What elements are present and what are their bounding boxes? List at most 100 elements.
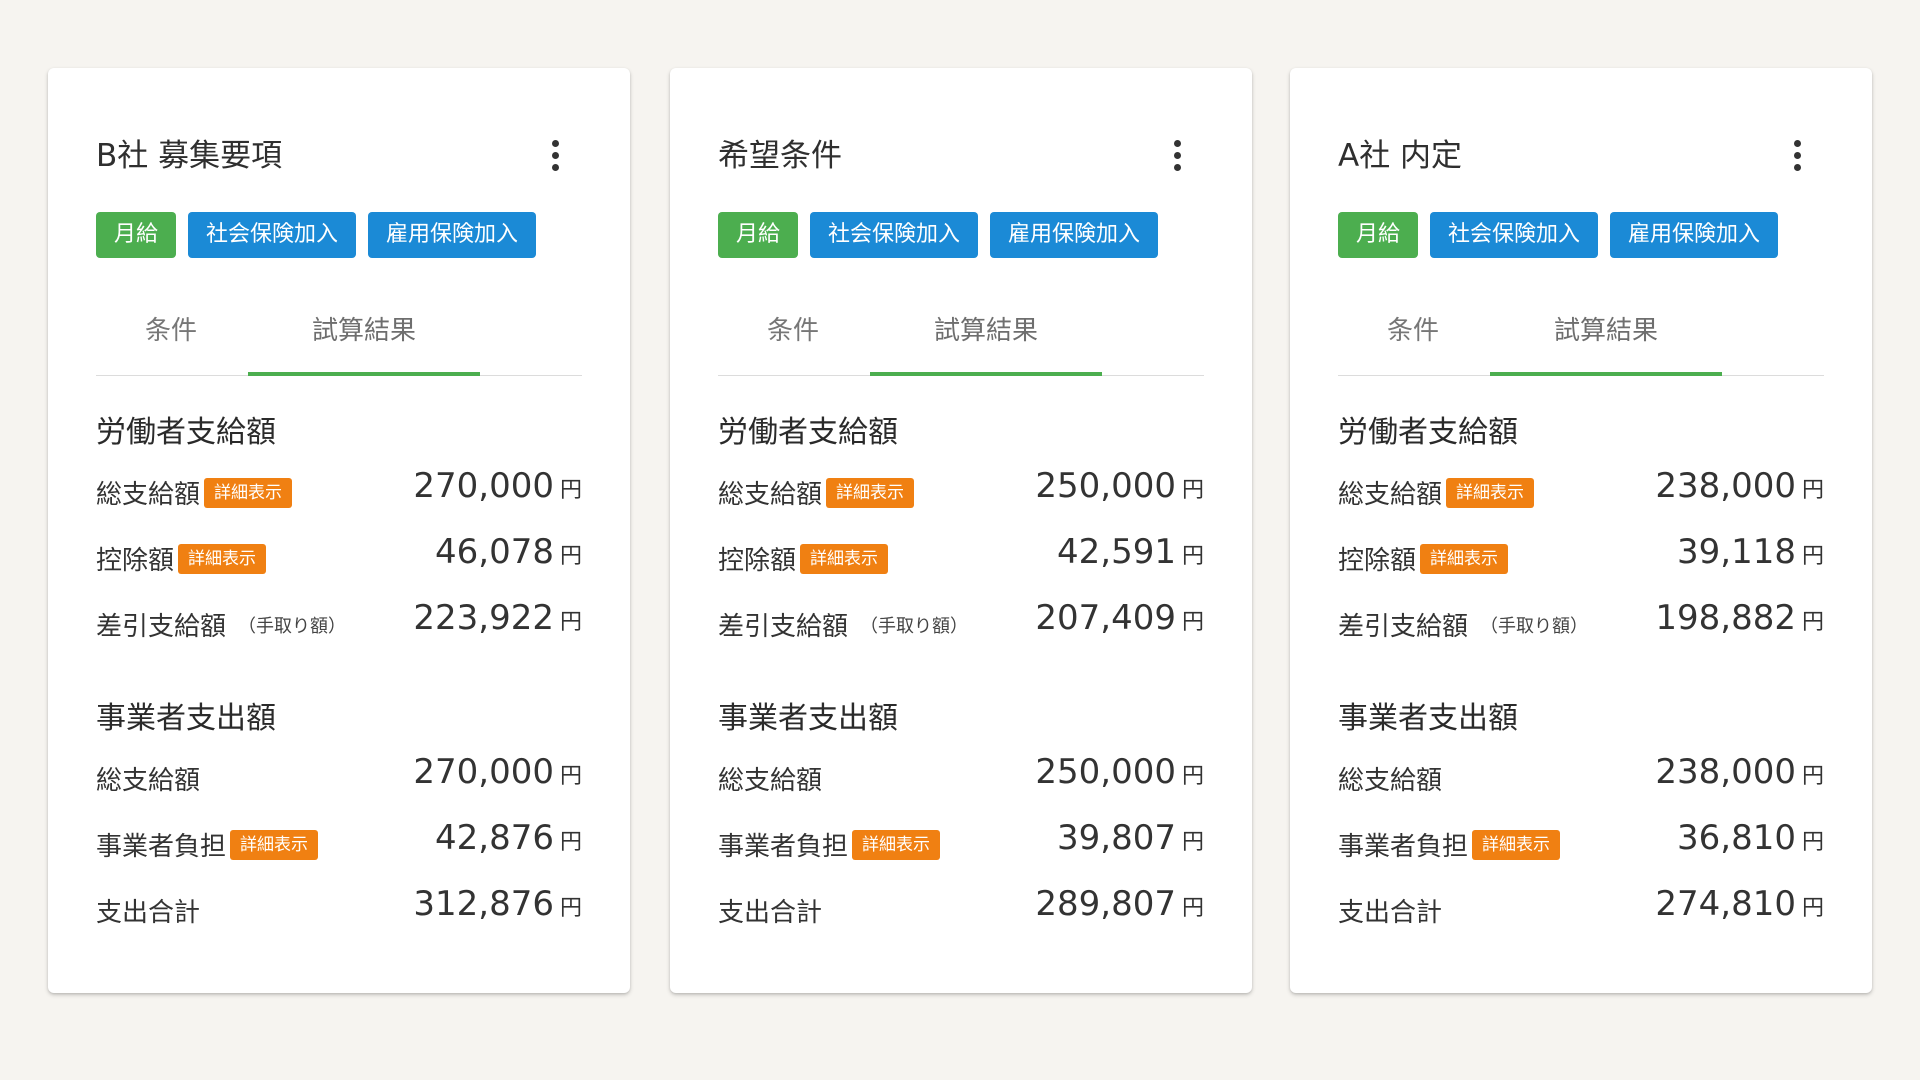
row-value: 42,591	[1057, 532, 1176, 572]
row-value: 312,876	[413, 884, 554, 924]
card-a-company: A社 内定 月給 社会保険加入 雇用保険加入 条件 試算結果 労働者支給額 総支…	[1290, 68, 1872, 993]
detail-button[interactable]: 詳細表示	[1446, 477, 1535, 508]
row-value: 250,000	[1035, 466, 1176, 506]
unit-label: 円	[559, 830, 582, 855]
tag-monthly-salary: 月給	[718, 212, 799, 258]
row-deduction: 控除額 詳細表示 42,591 円	[718, 532, 1204, 598]
section-title: 事業者支出額	[718, 701, 898, 736]
unit-label: 円	[559, 896, 582, 921]
unit-label: 円	[1181, 896, 1204, 921]
unit-label: 円	[559, 610, 582, 635]
row-total: 支出合計 312,876 円	[96, 884, 582, 950]
unit-label: 円	[1801, 478, 1824, 503]
unit-label: 円	[1801, 764, 1824, 789]
section-title: 労働者支給額	[1338, 415, 1518, 450]
tab-conditions[interactable]: 条件	[1338, 310, 1488, 375]
row-label: 総支給額	[96, 766, 201, 796]
unit-label: 円	[1181, 610, 1204, 635]
employer-section: 事業者支出額 総支給額 238,000 円 事業者負担 詳細表示 36,810 円 支…	[1338, 696, 1824, 950]
row-value: 238,000	[1655, 466, 1796, 506]
row-label: 差引支給額	[1338, 612, 1469, 642]
tag-social-insurance: 社会保険加入	[188, 212, 357, 258]
tag-monthly-salary: 月給	[1338, 212, 1419, 258]
row-employer-gross: 総支給額 270,000 円	[96, 752, 582, 818]
detail-button[interactable]: 詳細表示	[1420, 543, 1509, 574]
worker-section: 労働者支給額 総支給額 詳細表示 270,000 円 控除額 詳細表示 46,078 円…	[96, 410, 582, 664]
row-value: 274,810	[1655, 884, 1796, 924]
row-label: 差引支給額	[96, 612, 227, 642]
row-gross: 総支給額 詳細表示 270,000 円	[96, 466, 582, 532]
detail-button[interactable]: 詳細表示	[852, 829, 941, 860]
row-label: 控除額	[718, 546, 797, 576]
row-label: 総支給額	[1338, 766, 1443, 796]
row-value: 46,078	[435, 532, 554, 572]
card-b-company: B社 募集要項 月給 社会保険加入 雇用保険加入 条件 試算結果 労働者支給額 …	[48, 68, 630, 993]
tab-results[interactable]: 試算結果	[1490, 310, 1722, 376]
unit-label: 円	[1181, 764, 1204, 789]
row-label: 支出合計	[96, 898, 201, 928]
row-label: 支出合計	[718, 898, 823, 928]
row-value: 39,118	[1677, 532, 1796, 572]
row-label: 事業者負担	[1338, 832, 1469, 862]
row-label: 事業者負担	[718, 832, 849, 862]
section-title: 事業者支出額	[1338, 701, 1518, 736]
row-value: 238,000	[1655, 752, 1796, 792]
detail-button[interactable]: 詳細表示	[230, 829, 319, 860]
tag-social-insurance: 社会保険加入	[810, 212, 979, 258]
row-value: 223,922	[413, 598, 554, 638]
row-gross: 総支給額 詳細表示 250,000 円	[718, 466, 1204, 532]
row-label: 支出合計	[1338, 898, 1443, 928]
row-employer-burden: 事業者負担 詳細表示 39,807 円	[718, 818, 1204, 884]
unit-label: 円	[1801, 830, 1824, 855]
row-label: 総支給額	[96, 480, 201, 510]
row-employer-gross: 総支給額 250,000 円	[718, 752, 1204, 818]
worker-section: 労働者支給額 総支給額 詳細表示 250,000 円 控除額 詳細表示 42,591 円…	[718, 410, 1204, 664]
cards-container: B社 募集要項 月給 社会保険加入 雇用保険加入 条件 試算結果 労働者支給額 …	[0, 0, 1920, 1080]
detail-button[interactable]: 詳細表示	[1472, 829, 1561, 860]
tab-results[interactable]: 試算結果	[870, 310, 1102, 376]
row-employer-gross: 総支給額 238,000 円	[1338, 752, 1824, 818]
row-total: 支出合計 289,807 円	[718, 884, 1204, 950]
row-value: 250,000	[1035, 752, 1176, 792]
unit-label: 円	[559, 544, 582, 569]
tab-bar: 条件 試算結果	[96, 310, 582, 376]
unit-label: 円	[1181, 830, 1204, 855]
net-note: （手取り額）	[238, 615, 347, 637]
detail-button[interactable]: 詳細表示	[204, 477, 293, 508]
tag-employment-insurance: 雇用保険加入	[990, 212, 1159, 258]
detail-button[interactable]: 詳細表示	[826, 477, 915, 508]
tab-bar: 条件 試算結果	[718, 310, 1204, 376]
row-label: 差引支給額	[718, 612, 849, 642]
tab-conditions[interactable]: 条件	[718, 310, 868, 375]
tab-results[interactable]: 試算結果	[248, 310, 480, 376]
section-title: 事業者支出額	[96, 701, 276, 736]
tag-monthly-salary: 月給	[96, 212, 177, 258]
row-label: 事業者負担	[96, 832, 227, 862]
more-vert-icon[interactable]	[1788, 140, 1806, 176]
row-label: 総支給額	[718, 480, 823, 510]
more-vert-icon[interactable]	[546, 140, 564, 176]
detail-button[interactable]: 詳細表示	[800, 543, 889, 574]
unit-label: 円	[1181, 544, 1204, 569]
unit-label: 円	[559, 478, 582, 503]
card-title: B社 募集要項	[96, 138, 283, 174]
tag-list: 月給 社会保険加入 雇用保険加入	[1338, 212, 1779, 258]
net-note: （手取り額）	[860, 615, 969, 637]
row-label: 総支給額	[1338, 480, 1443, 510]
more-vert-icon[interactable]	[1168, 140, 1186, 176]
row-value: 270,000	[413, 752, 554, 792]
worker-section: 労働者支給額 総支給額 詳細表示 238,000 円 控除額 詳細表示 39,118 円…	[1338, 410, 1824, 664]
row-value: 39,807	[1057, 818, 1176, 858]
row-net: 差引支給額 （手取り額） 223,922 円	[96, 598, 582, 664]
employer-section: 事業者支出額 総支給額 250,000 円 事業者負担 詳細表示 39,807 円 支…	[718, 696, 1204, 950]
tab-bar: 条件 試算結果	[1338, 310, 1824, 376]
row-gross: 総支給額 詳細表示 238,000 円	[1338, 466, 1824, 532]
card-title: A社 内定	[1338, 138, 1463, 174]
detail-button[interactable]: 詳細表示	[178, 543, 267, 574]
row-label: 控除額	[1338, 546, 1417, 576]
row-value: 289,807	[1035, 884, 1176, 924]
tab-conditions[interactable]: 条件	[96, 310, 246, 375]
row-value: 42,876	[435, 818, 554, 858]
row-deduction: 控除額 詳細表示 39,118 円	[1338, 532, 1824, 598]
section-title: 労働者支給額	[96, 415, 276, 450]
